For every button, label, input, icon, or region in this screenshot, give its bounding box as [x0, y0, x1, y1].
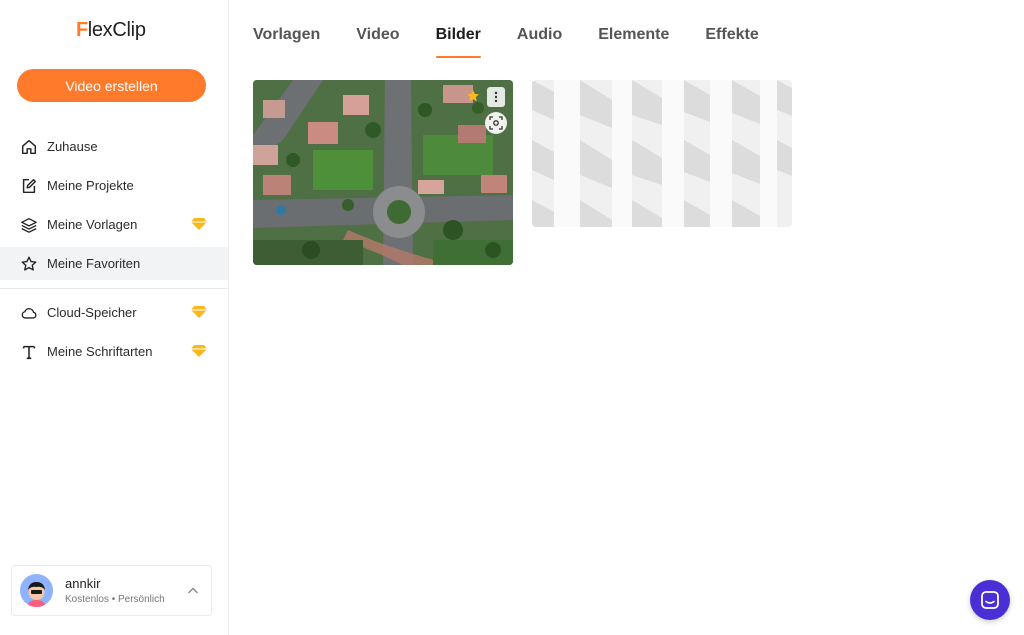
preview-scan-icon[interactable]: [485, 112, 507, 134]
text-icon: [19, 342, 39, 362]
user-name: annkir: [65, 576, 101, 591]
favorite-star-icon[interactable]: [465, 88, 481, 104]
sidebar-item-label: Meine Vorlagen: [47, 217, 138, 232]
asset-tabs: Vorlagen Video Bilder Audio Elemente Eff…: [253, 26, 795, 58]
tab-images[interactable]: Bilder: [435, 26, 482, 58]
create-video-button[interactable]: Video erstellen: [17, 69, 206, 102]
tab-elements[interactable]: Elemente: [598, 26, 669, 58]
sidebar-item-label: Zuhause: [47, 139, 98, 154]
sidebar-item-label: Meine Schriftarten: [47, 344, 153, 359]
white-wall-image: [532, 80, 792, 227]
sidebar-item-cloud[interactable]: Cloud-Speicher: [0, 296, 228, 329]
layers-icon: [19, 215, 39, 235]
sidebar-item-label: Meine Projekte: [47, 178, 134, 193]
premium-diamond-icon: [191, 345, 207, 357]
image-card-aerial[interactable]: [253, 80, 513, 265]
image-card-white-wall[interactable]: [532, 80, 792, 227]
sidebar-divider: [0, 288, 228, 289]
avatar: [20, 574, 53, 607]
tab-video[interactable]: Video: [356, 26, 399, 58]
premium-diamond-icon: [191, 218, 207, 230]
star-outline-icon: [19, 254, 39, 274]
sidebar-item-projects[interactable]: Meine Projekte: [0, 169, 228, 202]
tab-templates[interactable]: Vorlagen: [253, 26, 320, 58]
logo-text: lexClip: [87, 18, 146, 41]
sidebar-item-templates[interactable]: Meine Vorlagen: [0, 208, 228, 241]
more-options-icon[interactable]: [487, 87, 505, 107]
user-account-card[interactable]: annkir Kostenlos • Persönlich: [11, 565, 212, 616]
support-chat-button[interactable]: [970, 580, 1010, 620]
sidebar-item-fonts[interactable]: Meine Schriftarten: [0, 335, 228, 368]
flexclip-logo[interactable]: FlexClip: [76, 18, 146, 42]
home-icon: [19, 137, 39, 157]
edit-icon: [19, 176, 39, 196]
chevron-up-icon: [188, 587, 198, 594]
logo-letter: F: [76, 18, 88, 41]
sidebar: FlexClip Video erstellen Zuhause Meine P…: [0, 0, 229, 635]
sidebar-item-home[interactable]: Zuhause: [0, 130, 228, 163]
aerial-image: [253, 80, 513, 265]
sidebar-item-favorites[interactable]: Meine Favoriten: [0, 247, 228, 280]
sidebar-item-label: Meine Favoriten: [47, 256, 141, 271]
chat-icon: [981, 591, 999, 609]
user-plan: Kostenlos • Persönlich: [65, 594, 165, 605]
premium-diamond-icon: [191, 306, 207, 318]
tab-audio[interactable]: Audio: [517, 26, 562, 58]
cloud-icon: [19, 303, 39, 323]
tab-effects[interactable]: Effekte: [705, 26, 758, 58]
sidebar-item-label: Cloud-Speicher: [47, 305, 137, 320]
